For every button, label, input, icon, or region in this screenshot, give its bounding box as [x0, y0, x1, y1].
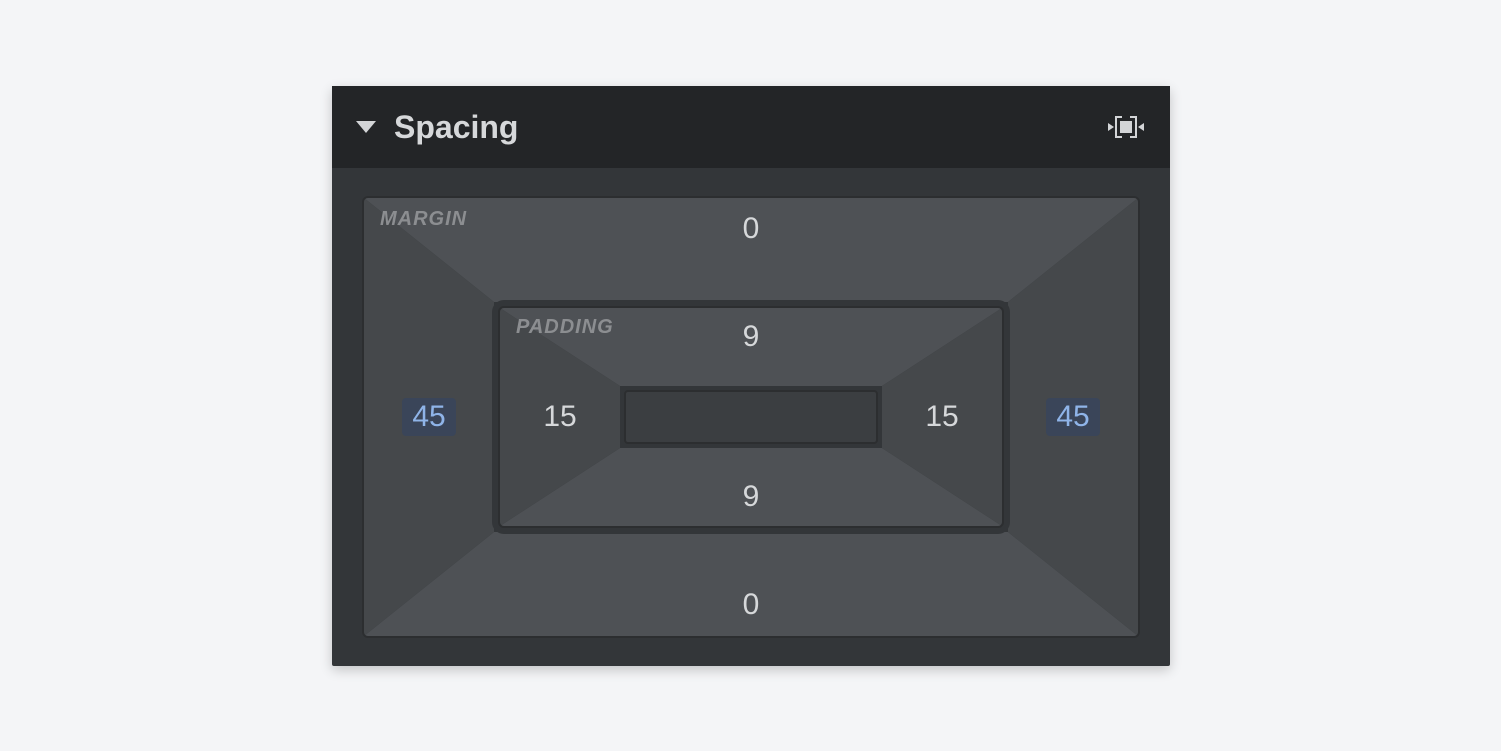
padding-right-input[interactable]: 15 [882, 400, 1002, 434]
margin-top-input[interactable]: 0 [364, 212, 1138, 246]
spacing-panel-body: MARGIN 0 0 45 45 PADDING 9 9 15 15 [332, 168, 1170, 666]
box-model-editor: MARGIN 0 0 45 45 PADDING 9 9 15 15 [362, 196, 1140, 638]
margin-bottom-input[interactable]: 0 [364, 588, 1138, 622]
margin-right-input[interactable]: 45 [1008, 398, 1138, 436]
padding-box: PADDING 9 9 15 15 [498, 306, 1004, 528]
margin-right-value[interactable]: 45 [1046, 398, 1099, 436]
margin-left-input[interactable]: 45 [364, 398, 494, 436]
padding-bottom-input[interactable]: 9 [500, 480, 1002, 514]
spacing-presets-icon[interactable] [1110, 114, 1142, 140]
padding-top-input[interactable]: 9 [500, 320, 1002, 354]
padding-left-input[interactable]: 15 [500, 400, 620, 434]
spacing-panel-header: Spacing [332, 86, 1170, 168]
spacing-panel: Spacing MARGIN 0 0 45 45 [332, 86, 1170, 666]
margin-left-value[interactable]: 45 [402, 398, 455, 436]
panel-header-left: Spacing [356, 109, 518, 146]
content-core [624, 390, 878, 444]
collapse-toggle-icon[interactable] [356, 121, 376, 133]
panel-title: Spacing [394, 109, 518, 146]
